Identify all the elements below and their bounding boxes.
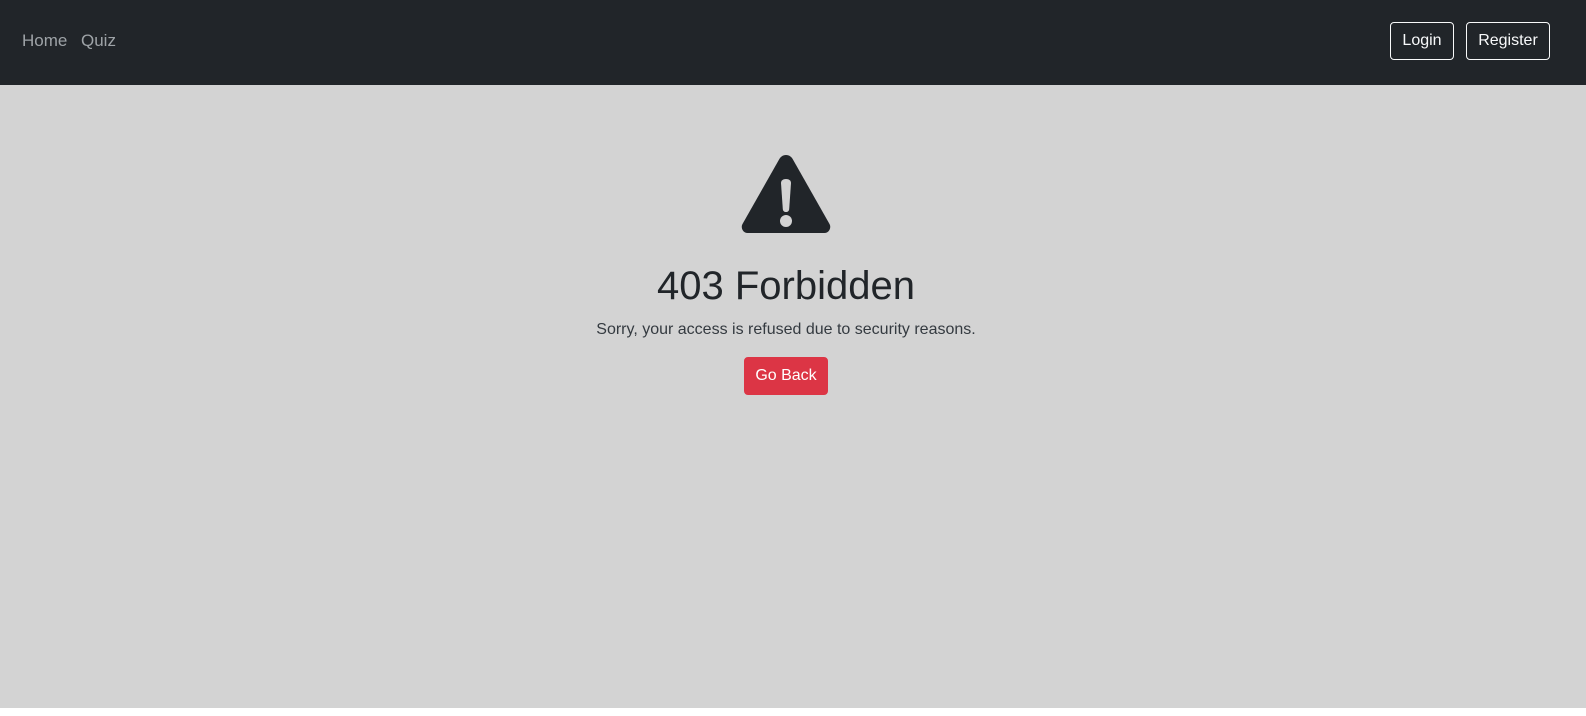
warning-triangle-icon — [741, 155, 831, 233]
nav-link-quiz[interactable]: Quiz — [81, 30, 116, 51]
top-navbar: Home Quiz Login Register — [0, 0, 1586, 85]
go-back-button[interactable]: Go Back — [744, 357, 828, 395]
login-button[interactable]: Login — [1390, 22, 1454, 60]
error-title: 403 Forbidden — [657, 264, 915, 308]
nav-link-home[interactable]: Home — [22, 30, 67, 51]
error-page-content: 403 Forbidden Sorry, your access is refu… — [0, 85, 1586, 708]
error-message: Sorry, your access is refused due to sec… — [596, 321, 976, 338]
register-button[interactable]: Register — [1466, 22, 1550, 60]
